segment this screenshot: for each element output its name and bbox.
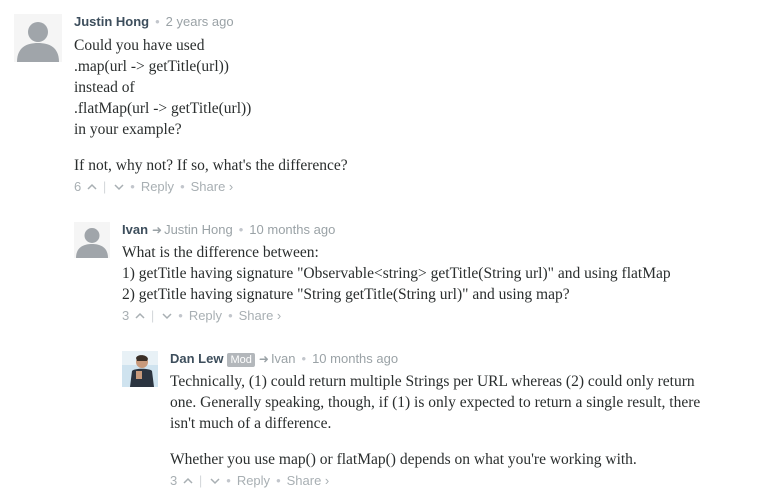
separator-dot: •: [226, 473, 231, 488]
share-button[interactable]: Share ›: [287, 473, 330, 488]
reply-arrow-icon: ➜: [258, 352, 269, 366]
reply-button[interactable]: Reply: [237, 473, 270, 488]
timestamp[interactable]: 10 months ago: [312, 351, 398, 366]
upvote-count: 3: [170, 473, 178, 488]
comment-header: Dan Lew Mod ➜ Ivan • 10 months ago: [170, 351, 398, 367]
reply-to[interactable]: ➜ Ivan: [259, 351, 296, 366]
user-photo-icon: [122, 351, 158, 387]
chevron-up-icon[interactable]: [183, 476, 193, 488]
moderator-badge: Mod: [227, 353, 255, 367]
author-name[interactable]: Dan Lew: [170, 351, 223, 366]
comment-paragraph: Technically, (1) could return multiple S…: [170, 373, 701, 432]
reply-to-name: Ivan: [270, 351, 296, 366]
comment-paragraph: Whether you use map() or flatMap() depen…: [170, 451, 637, 468]
comment-body: Technically, (1) could return multiple S…: [170, 371, 715, 470]
vote-divider: |: [198, 473, 203, 488]
separator-dot: •: [301, 351, 307, 366]
chevron-down-icon[interactable]: [210, 476, 220, 488]
avatar[interactable]: [122, 351, 158, 387]
separator-dot: •: [276, 473, 281, 488]
comment-actions: 3 | • Reply • Share ›: [170, 473, 329, 488]
comment-dan-lew: Dan Lew Mod ➜ Ivan • 10 months ago Technicall…: [0, 0, 759, 495]
